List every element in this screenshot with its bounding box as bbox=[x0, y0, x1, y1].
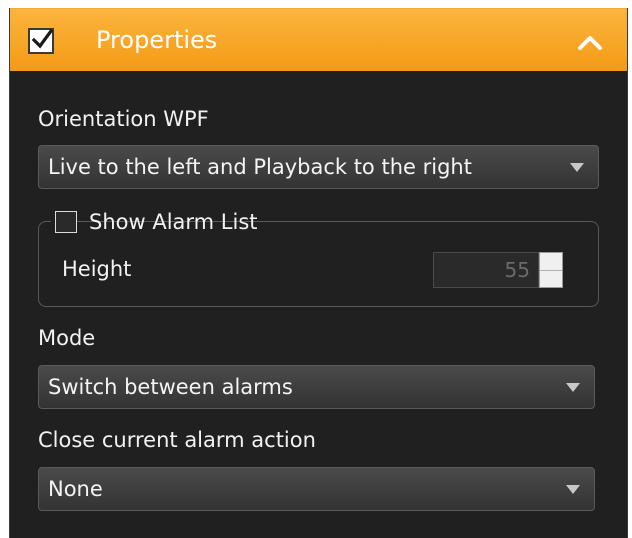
show-alarm-list-checkbox[interactable] bbox=[55, 211, 77, 233]
height-input[interactable]: 55 bbox=[433, 252, 539, 288]
close-action-value: None bbox=[48, 477, 103, 501]
close-action-dropdown[interactable]: None bbox=[38, 467, 595, 511]
checkmark-icon bbox=[31, 29, 53, 49]
alarm-list-group: Show Alarm List Height 55 bbox=[38, 207, 599, 307]
orientation-value: Live to the left and Playback to the rig… bbox=[48, 155, 472, 179]
height-label: Height bbox=[62, 257, 132, 281]
properties-header[interactable]: Properties bbox=[10, 8, 627, 71]
show-alarm-list-label[interactable]: Show Alarm List bbox=[89, 208, 258, 236]
mode-value: Switch between alarms bbox=[48, 375, 293, 399]
orientation-dropdown[interactable]: Live to the left and Playback to the rig… bbox=[38, 145, 599, 189]
height-decrement-button[interactable] bbox=[540, 270, 562, 287]
properties-panel: Properties Orientation WPF Live to the l… bbox=[9, 8, 628, 538]
orientation-label: Orientation WPF bbox=[38, 107, 209, 131]
height-spinner[interactable] bbox=[539, 252, 563, 288]
mode-dropdown[interactable]: Switch between alarms bbox=[38, 365, 595, 409]
close-action-label: Close current alarm action bbox=[38, 428, 316, 452]
alarm-list-legend: Show Alarm List bbox=[51, 207, 258, 237]
collapse-button[interactable] bbox=[575, 29, 605, 55]
properties-enable-checkbox[interactable] bbox=[28, 28, 54, 54]
height-increment-button[interactable] bbox=[540, 253, 562, 271]
dropdown-arrow-icon bbox=[566, 383, 580, 392]
properties-title: Properties bbox=[96, 26, 218, 54]
mode-label: Mode bbox=[38, 326, 96, 350]
dropdown-arrow-icon bbox=[566, 485, 580, 494]
chevron-up-icon bbox=[578, 36, 602, 50]
dropdown-arrow-icon bbox=[570, 163, 584, 172]
